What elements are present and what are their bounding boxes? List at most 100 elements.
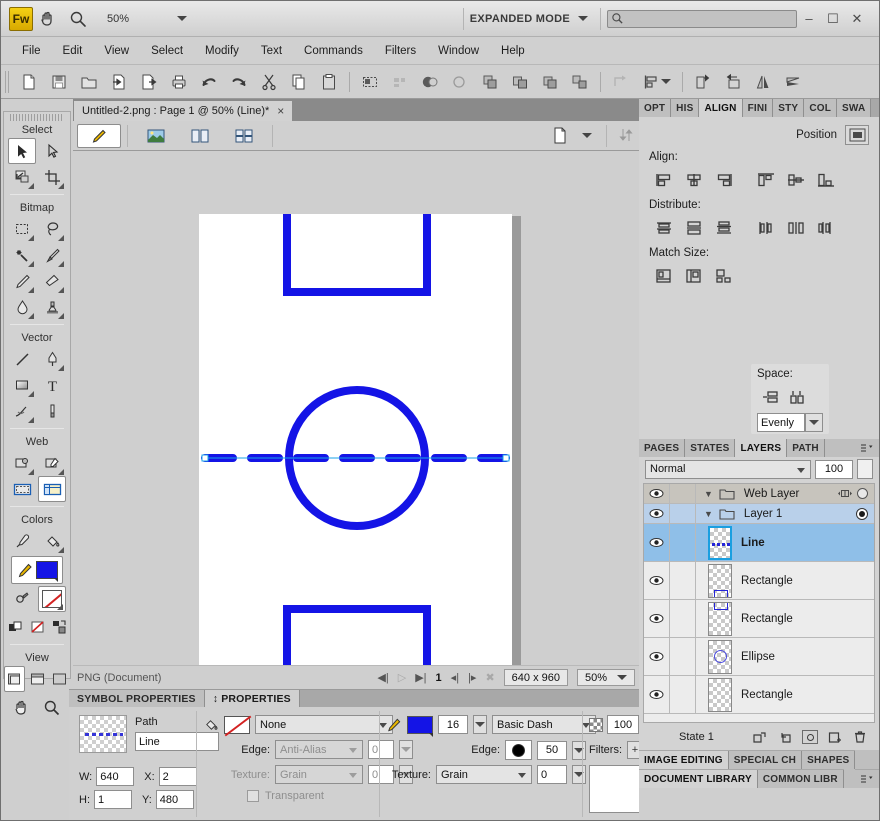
lock-toggle[interactable] [670, 600, 696, 637]
new-layer-icon[interactable] [802, 730, 818, 744]
rectangle-tool[interactable] [8, 372, 36, 398]
align-vertical-center-icon[interactable] [781, 167, 811, 193]
menu-window[interactable]: Window [427, 42, 490, 60]
stroke-texture-amount-stepper[interactable] [572, 765, 586, 784]
full-screen-mode[interactable] [49, 666, 70, 692]
prev-page-icon[interactable]: ▷ [398, 671, 406, 684]
distribute-left-icon[interactable] [751, 215, 781, 241]
expand-triangle-icon[interactable]: ▼ [704, 489, 713, 499]
import-icon[interactable] [104, 68, 134, 96]
opacity-input[interactable] [607, 715, 639, 734]
paint-bucket-icon[interactable] [203, 717, 219, 733]
first-page-icon[interactable]: ◀| [377, 671, 388, 684]
object-thumbnail-line[interactable] [708, 525, 732, 560]
lock-toggle[interactable] [670, 638, 696, 675]
transparent-checkbox[interactable] [247, 790, 259, 802]
layer-opacity-input[interactable] [815, 459, 853, 479]
pencil-icon[interactable] [386, 717, 402, 733]
panel-menu-icon[interactable] [855, 770, 879, 788]
tab-document-library[interactable]: DOCUMENT LIBRARY [639, 770, 758, 788]
object-name[interactable]: Rectangle [741, 689, 793, 701]
page-number[interactable]: 1 [436, 672, 442, 684]
tab-swatches[interactable]: SWA [837, 99, 872, 117]
object-name[interactable]: Rectangle [741, 575, 793, 587]
tab-color-mixer[interactable]: COL [804, 99, 838, 117]
fill-none-swatch[interactable] [38, 586, 66, 612]
width-input[interactable] [96, 767, 135, 786]
deselect-icon[interactable] [385, 68, 415, 96]
tab-common-library[interactable]: COMMON LIBR [757, 770, 844, 788]
tab-properties[interactable]: ↕ PROPERTIES [204, 690, 300, 707]
blur-tool[interactable] [8, 294, 36, 320]
layer-opacity-slider[interactable] [857, 459, 873, 479]
canvas-viewport[interactable] [73, 151, 639, 665]
distribute-right-icon[interactable] [811, 215, 841, 241]
object-thumbnail-rectangle[interactable] [708, 601, 732, 636]
send-backward-icon[interactable] [565, 68, 595, 96]
align-horizontal-center-icon[interactable] [679, 167, 709, 193]
object-name[interactable]: Ellipse [741, 651, 775, 663]
canvas-dimensions[interactable]: 640 x 960 [503, 669, 568, 686]
line-tool[interactable] [8, 346, 36, 372]
tools-panel-grip[interactable] [10, 114, 64, 121]
fill-texture-select[interactable]: Grain [275, 765, 363, 784]
export-quick-icon[interactable] [613, 124, 639, 148]
match-width-icon[interactable] [649, 263, 679, 289]
document-tab[interactable]: Untitled-2.png : Page 1 @ 50% (Line)* × [73, 100, 294, 121]
paste-icon[interactable] [314, 68, 344, 96]
scale-tool[interactable] [8, 164, 36, 190]
filters-list[interactable] [589, 765, 643, 813]
mode-dropdown-icon[interactable] [578, 16, 588, 21]
object-name[interactable]: Rectangle [741, 613, 793, 625]
original-view-button[interactable] [77, 123, 121, 148]
next-page-icon[interactable]: ▶| [415, 671, 426, 684]
tab-shapes[interactable]: SHAPES [802, 751, 856, 769]
subselection-tool[interactable] [38, 138, 66, 164]
visibility-toggle[interactable] [644, 484, 670, 503]
new-document-icon[interactable] [14, 68, 44, 96]
new-sub-layer-icon[interactable] [777, 731, 792, 744]
cut-icon[interactable] [254, 68, 284, 96]
distribute-horizontal-center-icon[interactable] [781, 215, 811, 241]
default-colors-icon[interactable] [5, 614, 25, 640]
canvas[interactable] [199, 214, 512, 665]
fill-edge-select[interactable]: Anti-Alias [275, 740, 363, 759]
fill-category-select[interactable]: None [255, 715, 393, 734]
canvas-zoom[interactable]: 50% [577, 669, 635, 686]
menu-help[interactable]: Help [490, 42, 536, 60]
pencil-tool[interactable] [8, 268, 36, 294]
close-icon[interactable]: ✕ [845, 8, 869, 30]
hotspot-tool[interactable] [8, 450, 36, 476]
marquee-tool[interactable] [8, 216, 36, 242]
lock-toggle[interactable] [670, 676, 696, 713]
align-dropdown-icon[interactable] [661, 79, 671, 84]
rubber-stamp-tool[interactable] [38, 294, 66, 320]
page-dropdown-icon[interactable] [582, 133, 592, 138]
menu-modify[interactable]: Modify [194, 42, 250, 60]
subtract-icon[interactable] [445, 68, 475, 96]
preview-view-button[interactable] [134, 124, 178, 148]
2up-view-button[interactable] [178, 124, 222, 148]
distribute-vertical-center-icon[interactable] [679, 215, 709, 241]
magic-wand-tool[interactable] [8, 242, 36, 268]
space-vertical-icon[interactable] [757, 384, 785, 410]
bring-forward-icon[interactable] [535, 68, 565, 96]
visibility-toggle[interactable] [644, 562, 670, 599]
join-icon[interactable] [606, 68, 636, 96]
paint-bucket-tool[interactable] [38, 528, 66, 554]
4up-view-button[interactable] [222, 124, 266, 148]
lock-toggle[interactable] [670, 504, 696, 523]
print-icon[interactable] [164, 68, 194, 96]
stroke-edge-preview[interactable] [505, 740, 532, 760]
close-icon[interactable]: × [277, 104, 284, 118]
object-thumbnail-ellipse[interactable] [708, 639, 732, 674]
tab-path[interactable]: PATH [787, 439, 825, 457]
page-icon[interactable] [538, 124, 582, 148]
layer-name[interactable]: Layer 1 [744, 508, 782, 520]
lock-toggle[interactable] [670, 562, 696, 599]
menu-select[interactable]: Select [140, 42, 194, 60]
ungroup-icon[interactable] [505, 68, 535, 96]
align-top-icon[interactable] [751, 167, 781, 193]
distribute-bottom-icon[interactable] [709, 215, 739, 241]
space-dropdown-icon[interactable] [805, 413, 823, 432]
